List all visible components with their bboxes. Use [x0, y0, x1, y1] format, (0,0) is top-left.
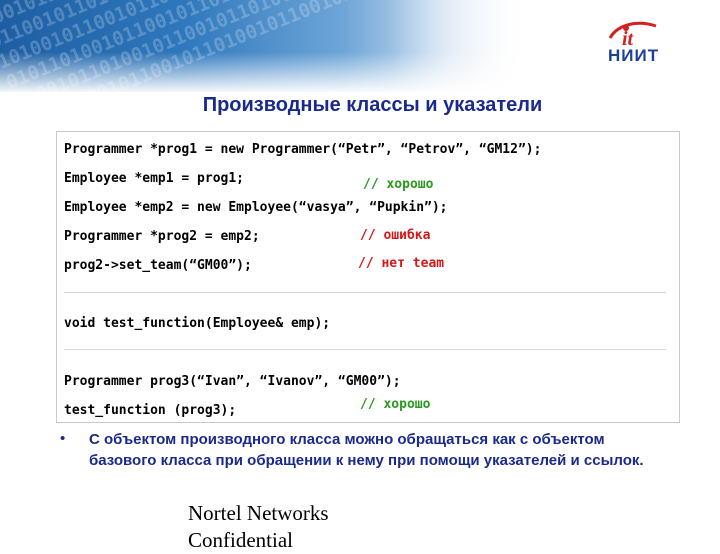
comment-error: // ошибка: [360, 228, 431, 243]
code-separator-1: [64, 292, 666, 293]
niit-logo: it НИИТ: [600, 20, 670, 68]
comment-good-1: // хорошо: [363, 177, 434, 192]
code-line-3: Employee *emp2 = new Employee(“vasya”, “…: [64, 200, 448, 215]
code-line-4: Programmer *prog2 = emp2;: [64, 229, 260, 244]
comment-good-2: // хорошо: [360, 397, 431, 412]
header-banner: 0101100101101001011001011010010110 10010…: [0, 0, 530, 92]
code-line-2: Employee *emp1 = prog1;: [64, 171, 245, 186]
bullet-icon: •: [60, 430, 66, 447]
footer: Nortel Networks Confidential: [188, 500, 329, 554]
code-line-5: prog2->set_team(“GM00”);: [64, 258, 252, 273]
logo-swoosh-icon: it: [608, 21, 657, 48]
code-line-1: Programmer *prog1 = new Programmer(“Petr…: [64, 142, 542, 157]
bullet-text: С объектом производного класса можно обр…: [89, 431, 644, 469]
comment-no-team: // нет team: [358, 256, 445, 271]
logo-text: НИИТ: [608, 46, 660, 65]
slide-title: Производные классы и указатели: [202, 94, 543, 116]
code-line-7: Programmer prog3(“Ivan”, “Ivanov”, “GM00…: [64, 374, 401, 389]
logo-mark: it: [622, 28, 635, 48]
code-separator-2: [64, 349, 666, 350]
banner-fade-right: [390, 0, 530, 92]
footer-line-1: Nortel Networks: [188, 501, 329, 525]
code-line-6: void test_function(Employee& emp);: [64, 316, 331, 331]
code-line-8: test_function (prog3);: [64, 403, 237, 418]
footer-line-2: Confidential: [188, 528, 293, 552]
